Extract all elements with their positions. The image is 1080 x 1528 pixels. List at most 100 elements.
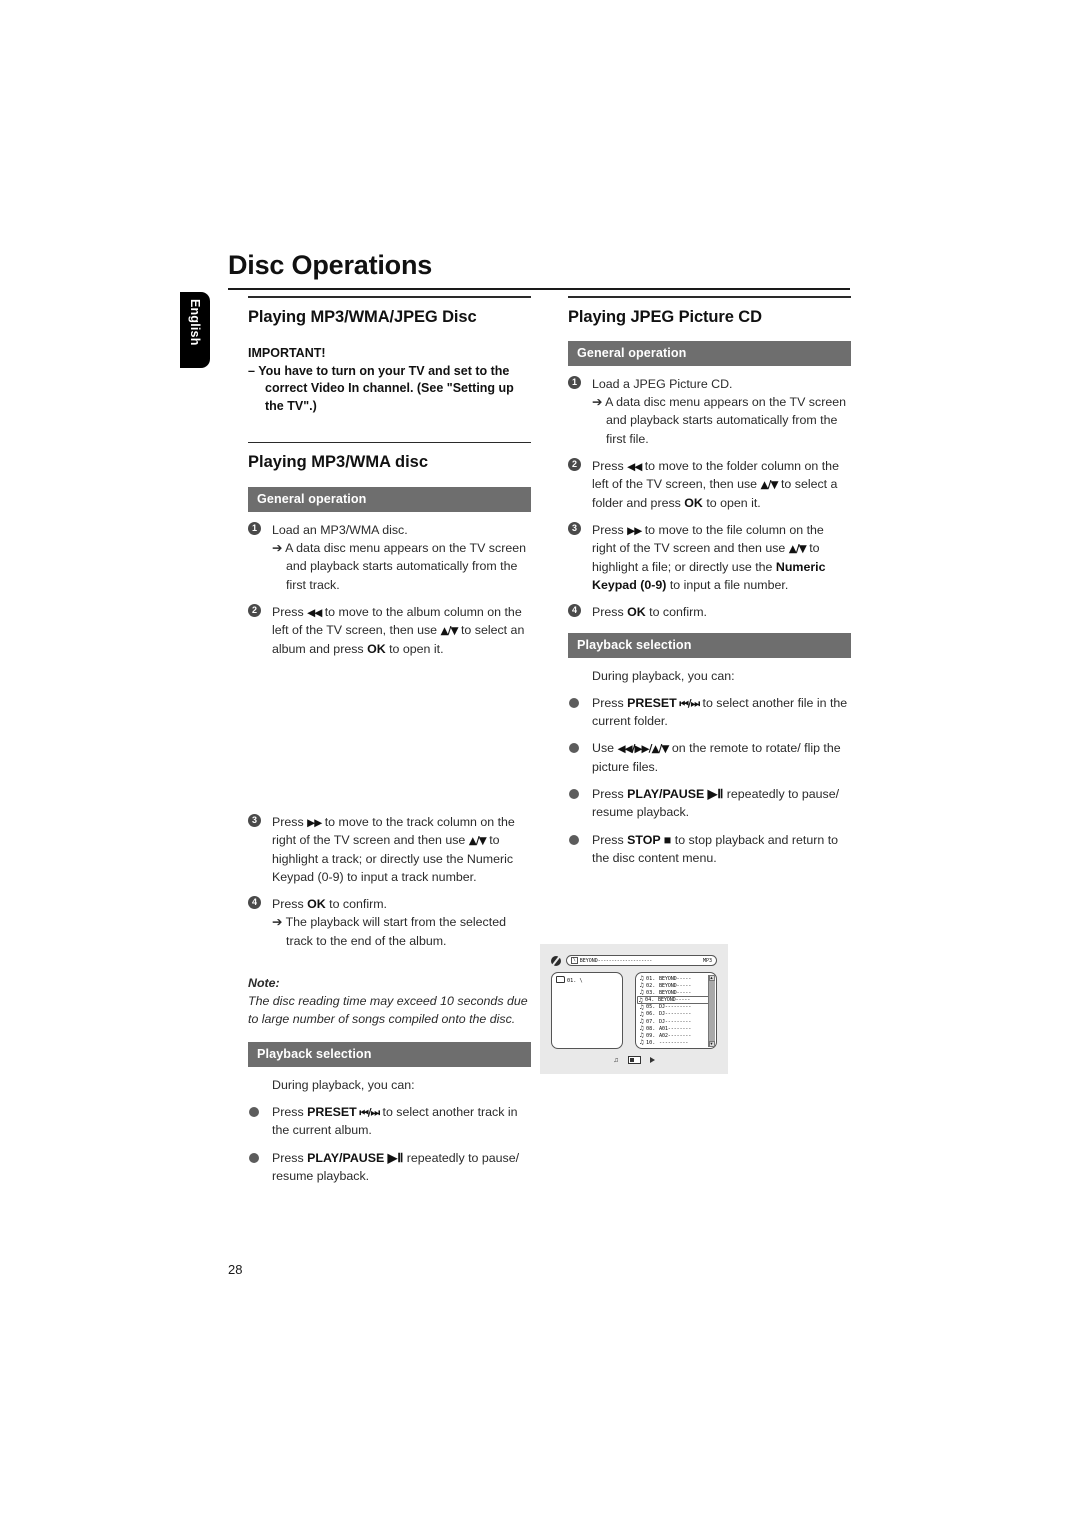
track-name: BEYOND----- <box>658 997 691 1004</box>
illustration-footer: ♫ <box>540 1054 728 1066</box>
rewind-icon: ◀◀ <box>627 460 642 473</box>
note-label: Note: <box>248 975 280 990</box>
step-text-a: Press <box>592 522 628 537</box>
track-column-pane[interactable]: ♫ 01. BEYOND----- ♫ 02. BEYOND----- ♫ 03. BEYOND… <box>635 972 717 1049</box>
music-note-icon: ♫ <box>639 989 645 997</box>
track-row[interactable]: ♫ 05. DJ--------- <box>639 1004 708 1011</box>
track-row[interactable]: ♫ 01. BEYOND----- <box>639 975 708 982</box>
left-section-heading: Playing MP3/WMA/JPEG Disc <box>248 307 477 326</box>
bullet-dot <box>569 789 579 800</box>
step-number: 4 <box>568 604 581 618</box>
right-section-heading: Playing JPEG Picture CD <box>568 307 762 326</box>
track-row[interactable]: ♫ 07. DJ--------- <box>639 1018 708 1025</box>
right-column: Playing JPEG Picture CD General operatio… <box>568 296 851 867</box>
track-number: 07. <box>646 1018 656 1025</box>
stop-key-label: STOP ■ <box>627 832 672 847</box>
bullet-item: Press STOP ■ to stop playback and return… <box>568 831 851 867</box>
track-number: 06. <box>646 1011 656 1018</box>
music-note-icon: ♫ <box>639 975 645 983</box>
left-column: Playing MP3/WMA/JPEG Disc IMPORTANT! – Y… <box>248 296 728 1185</box>
track-name: DJ--------- <box>659 1018 692 1025</box>
music-note-icon: ♫ <box>639 1025 645 1033</box>
bullet-text-a: Press <box>592 832 628 847</box>
bullet-item: Press PRESET ⏮/⏭ to select another track… <box>248 1103 531 1140</box>
bullet-item: Use ◀◀/▶▶/▲/▼ on the remote to rotate/ f… <box>568 739 851 776</box>
music-note-icon: ♫ <box>638 996 644 1004</box>
path-root-icon: \ <box>571 957 578 964</box>
music-note-icon: ♫ <box>639 982 645 990</box>
track-name: BEYOND----- <box>659 982 692 989</box>
playback-selection-bar-left: Playback selection <box>248 1041 531 1067</box>
fast-forward-icon: ▶▶ <box>627 524 642 537</box>
track-name: DJ--------- <box>659 1011 692 1018</box>
right-playback: During playback, you can: Press PRESET ⏮… <box>568 667 851 867</box>
bullet-text-a: Use <box>592 741 618 756</box>
playback-intro-left: During playback, you can: <box>272 1077 415 1092</box>
step-text: Load a JPEG Picture CD. <box>592 376 733 391</box>
music-note-icon: ♫ <box>639 1032 645 1040</box>
prev-next-icon: ⏮/⏭ <box>356 1106 380 1119</box>
step-number: 1 <box>248 521 261 535</box>
playback-intro-right: During playback, you can: <box>592 668 735 683</box>
track-number: 08. <box>646 1025 656 1032</box>
right-column-rule <box>568 296 851 298</box>
step-text-a: Press <box>272 814 308 829</box>
step-text-d: to input a file number. <box>666 578 789 593</box>
disc-label: BEYOND <box>579 957 598 964</box>
track-row[interactable]: ♫ 03. BEYOND----- <box>639 989 708 996</box>
step-text-a: Press <box>592 458 628 473</box>
folder-icon <box>556 976 565 983</box>
bullet-dot <box>569 697 579 708</box>
track-row[interactable]: ♫ 09. A02-------- <box>639 1032 708 1039</box>
bullet-text-a: Press <box>592 695 628 710</box>
track-number: 01. <box>646 975 656 982</box>
ok-key-label: OK <box>367 641 386 656</box>
scroll-down-icon[interactable]: ▼ <box>708 1040 715 1047</box>
step-item: 4 Press OK to confirm. <box>568 603 851 621</box>
updown-icon: ▲/▼ <box>788 543 807 556</box>
illustration-header: \ BEYOND -------------------- MP3 <box>551 955 717 967</box>
step-text-b: to confirm. <box>325 897 388 912</box>
track-row[interactable]: ♫ 06. DJ--------- <box>639 1011 708 1018</box>
important-block: IMPORTANT! – You have to turn on your TV… <box>248 345 531 416</box>
track-row[interactable]: ♫ 10. ---------- <box>639 1039 708 1046</box>
ok-key-label: OK <box>627 605 646 620</box>
track-name: A01-------- <box>659 1025 692 1032</box>
note-text: The disc reading time may exceed 10 seco… <box>248 994 528 1027</box>
bullet-item: Press PRESET ⏮/⏭ to select another file … <box>568 694 851 731</box>
left-steps-continued: 3 Press ▶▶ to move to the track column on… <box>248 813 531 950</box>
page-title: Disc Operations <box>228 250 433 280</box>
track-row[interactable]: ♫ 02. BEYOND----- <box>639 982 708 989</box>
step-text: Load an MP3/WMA disc. <box>272 522 408 537</box>
general-operation-bar-right: General operation <box>568 340 851 366</box>
track-number: 04. <box>645 997 655 1004</box>
updown-icon: ▲/▼ <box>468 835 487 848</box>
bullet-item: Press PLAY/PAUSE ▶Ⅱ repeatedly to pause/… <box>568 785 851 821</box>
display-box-icon <box>627 1056 641 1064</box>
folder-entry[interactable]: 01. \ <box>556 976 583 984</box>
album-column-pane[interactable]: 01. \ <box>551 972 623 1049</box>
folder-label: 01. \ <box>567 978 583 984</box>
track-row[interactable]: ♫ 04. BEYOND----- <box>637 996 710 1004</box>
music-note-icon: ♫ <box>613 1056 619 1064</box>
bullet-text-a: Press <box>272 1150 308 1165</box>
no-disc-icon <box>551 956 561 966</box>
step-item: 3 Press ▶▶ to move to the track column on… <box>248 813 531 886</box>
step-item: 2 Press ◀◀ to move to the folder column o… <box>568 457 851 512</box>
scroll-thumb[interactable] <box>708 980 715 1041</box>
bullet-text-a: Press <box>272 1104 308 1119</box>
play-pause-key-label: PLAY/PAUSE ▶Ⅱ <box>627 787 724 802</box>
track-number: 02. <box>646 982 656 989</box>
track-name: BEYOND----- <box>659 975 692 982</box>
left-column-rule <box>248 296 531 298</box>
step-item: 1 Load an MP3/WMA disc. ➔ A data disc me… <box>248 521 531 594</box>
step-text-d: to open it. <box>385 641 444 656</box>
ok-key-label: OK <box>307 897 326 912</box>
updown-icon: ▲/▼ <box>760 479 779 492</box>
play-icon <box>649 1057 655 1063</box>
scrollbar[interactable]: ▲ ▼ <box>707 974 715 1047</box>
track-number: 03. <box>646 989 656 996</box>
playback-selection-bar-right: Playback selection <box>568 632 851 658</box>
step-result: ➔ The playback will start from the selec… <box>272 915 506 948</box>
track-row[interactable]: ♫ 08. A01-------- <box>639 1025 708 1032</box>
